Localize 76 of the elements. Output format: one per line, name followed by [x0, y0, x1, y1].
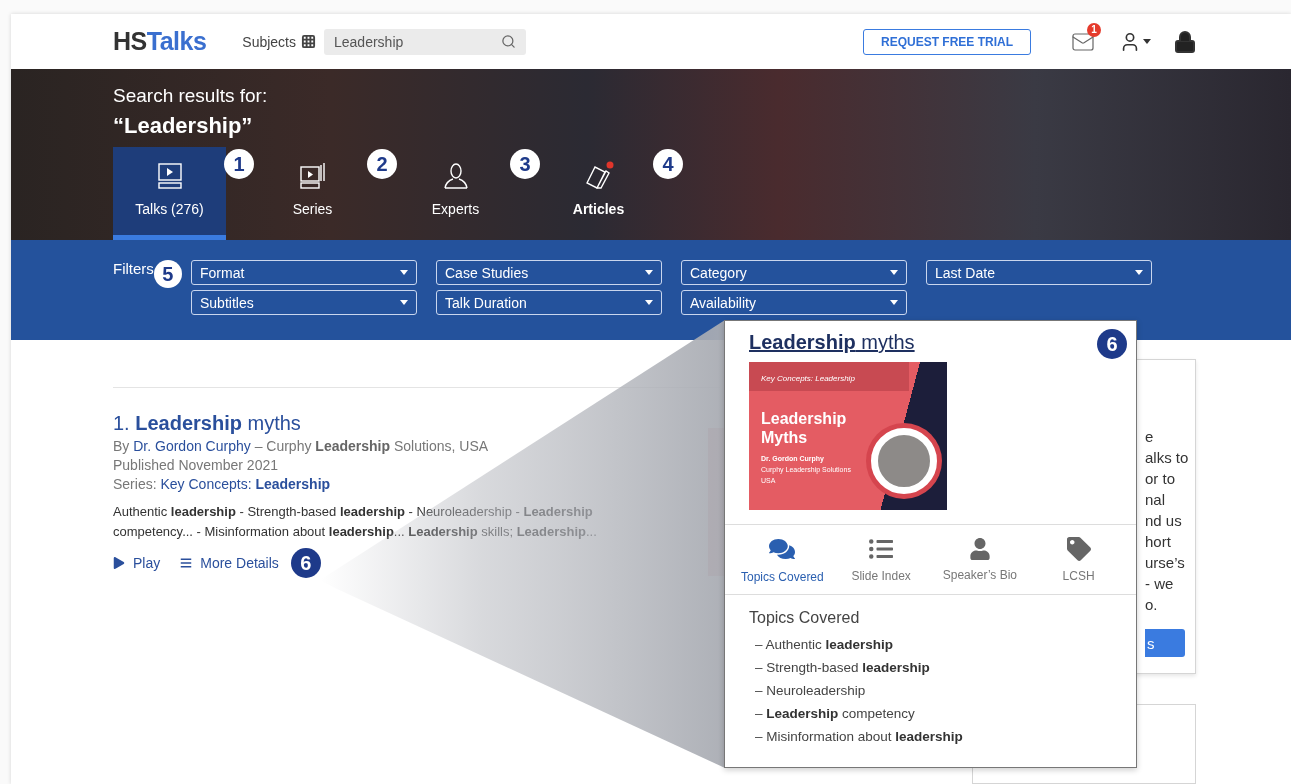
topic-item: – Neuroleadership [755, 683, 866, 698]
card-text: hort [1145, 532, 1172, 552]
search-icon [501, 34, 516, 50]
topic-item: – Strength-based leadership [755, 660, 930, 675]
menu-icon [180, 557, 193, 569]
papers-icon [583, 161, 614, 190]
caret-icon [645, 300, 653, 306]
person-icon [442, 163, 469, 190]
filter-dropdown[interactable]: Case Studies [436, 260, 662, 286]
callout-number: 6 [1097, 329, 1127, 359]
details-tab[interactable]: Speaker’s Bio [930, 525, 1030, 594]
notification-badge: 1 [1087, 22, 1101, 37]
lock-icon[interactable] [1173, 29, 1197, 54]
callout-number: 5 [153, 260, 182, 289]
result-tab[interactable]: Articles [542, 147, 655, 241]
details-tab[interactable]: Slide Index [831, 525, 931, 594]
card-text: - we [1145, 574, 1175, 594]
stacked-videos-icon [299, 163, 326, 190]
play-link[interactable]: Play [113, 555, 161, 571]
cover-title: Leadership Myths [761, 409, 848, 447]
callout-number: 3 [510, 149, 540, 180]
topic-item: – Misinformation about leadership [755, 729, 963, 744]
caret-icon [890, 300, 898, 306]
filter-dropdown[interactable]: Talk Duration [436, 290, 662, 316]
more-details-link[interactable]: More Details [180, 555, 279, 571]
caret-icon [400, 300, 408, 306]
filter-dropdown[interactable]: Last Date [926, 260, 1152, 286]
card-text: or to [1145, 469, 1176, 489]
card-text: alks to [1145, 448, 1190, 468]
card-text: nal [1145, 490, 1167, 510]
filter-dropdown[interactable]: Subtitles [191, 290, 417, 316]
search-field[interactable]: Leadership [324, 28, 526, 55]
filter-dropdown[interactable]: Category [681, 260, 907, 286]
subjects-menu[interactable]: Subjects [242, 33, 316, 50]
result-tab[interactable]: Series [256, 147, 369, 241]
topic-item: – Leadership competency [755, 706, 915, 721]
caret-icon [645, 270, 653, 276]
popup-title[interactable]: Leadership myths [749, 331, 915, 354]
video-screen-icon [157, 163, 182, 190]
filter-dropdown[interactable]: Format [191, 260, 417, 286]
details-tab[interactable]: LCSH [1029, 525, 1128, 594]
result-tab[interactable]: Experts [399, 147, 512, 241]
tag-icon [1066, 536, 1091, 561]
cover-series: Key Concepts: Leadership [749, 362, 909, 391]
filters-label: Filters [113, 260, 154, 278]
grid-icon [301, 34, 316, 50]
caret-icon [400, 270, 408, 276]
topic-item: – Authentic leadership [755, 637, 894, 652]
card-button[interactable]: s [1145, 629, 1185, 657]
result-tab[interactable]: Talks (276) [113, 147, 226, 241]
caret-icon [890, 270, 898, 276]
filter-dropdown[interactable]: Availability [681, 290, 907, 316]
hstalks-logo[interactable]: HSTalks [113, 27, 207, 57]
card-text: urse’s [1145, 553, 1186, 573]
person-icon [968, 537, 991, 560]
callout-number: 6 [290, 548, 321, 578]
search-caption: Search results for: [113, 85, 269, 108]
list-icon [869, 536, 894, 561]
request-trial-button[interactable]: REQUEST FREE TRIAL [863, 28, 1031, 55]
callout-number: 2 [367, 149, 397, 180]
caret-icon [1143, 39, 1151, 45]
search-query: “Leadership” [113, 113, 254, 140]
play-icon [113, 557, 125, 569]
callout-number: 4 [653, 149, 683, 180]
topics-snippet: Authentic leadership - Strength-based leadership - Neuroleadership - Leadership competency... - Misinformation about leadership... Leadership skills; Leadership... [113, 503, 598, 541]
series-link[interactable]: Key Concepts: Leadership [160, 476, 331, 492]
publish-date: Published November 2021 [113, 457, 279, 473]
card-text: o. [1145, 595, 1159, 615]
section-title: Topics Covered [749, 609, 861, 627]
caret-icon [1135, 270, 1143, 276]
callout-number: 1 [224, 149, 254, 180]
result-title[interactable]: 1. Leadership myths [113, 412, 301, 435]
card-text: nd us [1145, 511, 1183, 531]
details-tab[interactable]: Topics Covered [733, 525, 832, 594]
author-link[interactable]: Dr. Gordon Curphy [133, 438, 251, 454]
card-text: e [1145, 427, 1155, 447]
